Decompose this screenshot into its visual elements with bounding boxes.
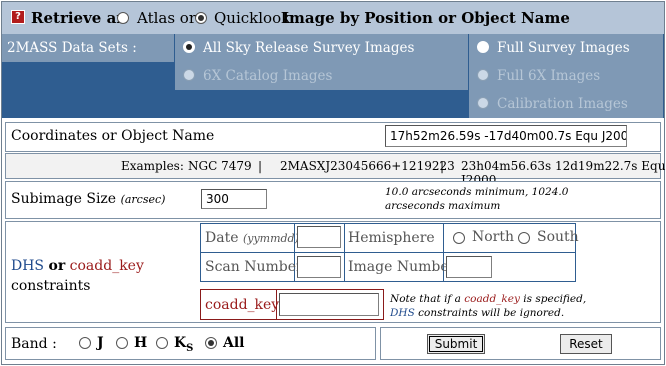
example-2masx: 2MASXJ23045666+1219223 [280,159,455,173]
image-number-input[interactable] [446,256,492,278]
reset-button[interactable]: Reset [560,334,612,354]
datasets-label-cell: 2MASS Data Sets : [2,34,174,62]
constraints-word: constraints [11,278,91,294]
quicklook-radio[interactable] [195,12,207,24]
atlas-label: Atlas or [137,9,197,27]
dhs-grid-vline [344,223,345,282]
quicklook-label: Quicklook [214,9,291,27]
coadd-note: Note that if a coadd_key is specified, D… [390,292,630,320]
buttons-row [380,327,661,360]
dhs-label: DHS [11,258,45,274]
retrieve-label: Retrieve an [31,9,128,27]
full6x-radio[interactable] [477,69,489,81]
dhs-grid-hline [200,252,576,253]
coadd-key-input[interactable] [279,293,379,316]
coadd-note-a: Note that if a [390,293,461,305]
north-radio[interactable] [453,232,465,244]
coadd-key-label: coadd_key [69,258,144,274]
band-label: Band : [11,336,57,352]
6x-catalog-radio[interactable] [183,69,195,81]
coadd-note-c: constraints will be ignored. [418,307,565,319]
allsky-label: All Sky Release Survey Images [203,40,415,56]
example-separator: | [440,159,445,173]
fullsurvey-label: Full Survey Images [497,40,630,56]
dataset-full6x-cell[interactable]: Full 6X Images [469,62,663,90]
subimage-note: 10.0 arcseconds minimum, 1024.0 arcsecon… [385,186,569,212]
dataset-allsky-cell[interactable]: All Sky Release Survey Images [175,34,468,62]
constraints-label: DHS or coadd_key constraints [11,256,144,296]
datasets-label: 2MASS Data Sets : [7,40,137,56]
band-ks-label: KS [174,335,193,354]
hemisphere-label: Hemisphere [348,230,435,246]
calibration-label: Calibration Images [497,96,628,112]
subimage-size-input[interactable]: 300 [201,189,267,209]
coadd-key-field-label: coadd_key [205,297,280,313]
calibration-radio[interactable] [477,97,489,109]
coadd-note-key: coadd_key [464,293,520,305]
coords-input[interactable]: 17h52m26.59s -17d40m00.7s Equ J2000 [385,125,627,147]
subimage-unit: (arcsec) [120,193,166,206]
south-radio[interactable] [518,232,530,244]
band-j-label: J [97,335,104,351]
coadd-note-dhs: DHS [390,307,415,319]
band-h-label: H [134,335,148,351]
6x-catalog-label: 6X Catalog Images [203,68,333,84]
example-separator: | [258,159,263,173]
full6x-label: Full 6X Images [497,68,601,84]
retrieve-suffix: Image by Position or Object Name [282,9,570,27]
subimage-label-text: Subimage Size [11,191,117,207]
scan-number-label: Scan Number [205,259,303,275]
coords-label: Coordinates or Object Name [11,128,215,144]
date-label-text: Date [205,230,239,246]
band-j-radio[interactable] [79,337,91,349]
coadd-note-b: is specified, [523,293,587,305]
band-ks-radio[interactable] [156,337,168,349]
dataset-6x-cell[interactable]: 6X Catalog Images [175,62,468,90]
date-format: (yymmdd) [242,232,299,245]
atlas-radio[interactable] [117,12,129,24]
band-k-text: K [174,335,187,351]
allsky-radio[interactable] [183,41,195,53]
band-h-radio[interactable] [116,337,128,349]
submit-button[interactable]: Submit [427,334,485,354]
examples-label: Examples: [121,159,184,173]
dataset-calibration-cell[interactable]: Calibration Images [469,90,663,118]
image-number-label: Image Number [348,259,456,275]
example-ngc: NGC 7479 [188,159,252,173]
band-all-radio[interactable] [205,337,217,349]
subimage-label: Subimage Size (arcsec) [11,191,165,207]
band-all-label: All [223,335,245,351]
or-label: or [48,258,66,274]
dataset-fullsurvey-cell[interactable]: Full Survey Images [469,34,663,62]
fullsurvey-radio[interactable] [477,41,489,53]
scan-number-input[interactable] [297,256,341,278]
date-input[interactable] [297,226,341,248]
band-k-sub: S [186,342,194,354]
south-label: South [537,229,579,245]
north-label: North [472,229,515,245]
date-label: Date (yymmdd) [205,230,299,246]
help-icon[interactable]: ? [11,10,25,24]
